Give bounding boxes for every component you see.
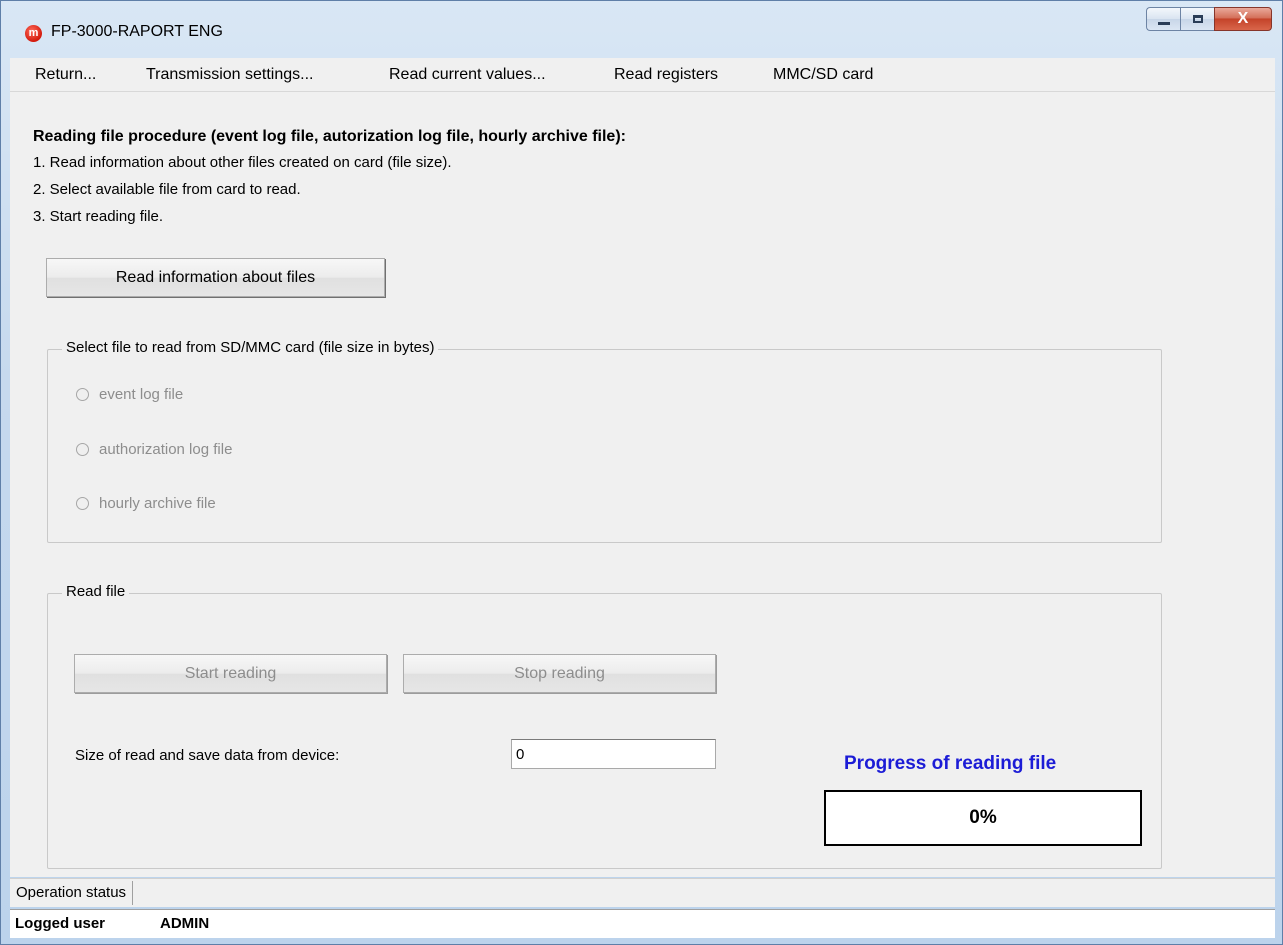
procedure-step-3: 3. Start reading file. <box>33 208 164 225</box>
user-bar: Logged user ADMIN <box>10 909 1275 938</box>
menu-read-current-values[interactable]: Read current values... <box>389 66 546 84</box>
size-label: Size of read and save data from device: <box>75 747 340 764</box>
title-bar[interactable]: m FP-3000-RAPORT ENG X <box>1 1 1282 57</box>
minimize-icon <box>1157 21 1170 25</box>
menu-return[interactable]: Return... <box>35 66 96 84</box>
close-icon: X <box>1237 10 1249 27</box>
radio-icon <box>76 388 89 401</box>
menu-mmc-sd-card[interactable]: MMC/SD card <box>773 66 873 84</box>
close-button[interactable]: X <box>1214 7 1272 31</box>
size-input[interactable] <box>511 739 716 769</box>
read-info-button[interactable]: Read information about files <box>46 258 385 297</box>
radio-hourly-archive[interactable]: hourly archive file <box>76 495 216 512</box>
minimize-button[interactable] <box>1146 7 1180 31</box>
window-controls: X <box>1146 7 1272 33</box>
procedure-step-1: 1. Read information about other files cr… <box>33 154 452 171</box>
read-file-group: Read file Start reading Stop reading Siz… <box>47 583 1162 869</box>
radio-authorization-log[interactable]: authorization log file <box>76 441 232 458</box>
menu-bar: Return... Transmission settings... Read … <box>10 58 1275 92</box>
select-file-group: Select file to read from SD/MMC card (fi… <box>47 339 1162 543</box>
stop-reading-button[interactable]: Stop reading <box>403 654 716 693</box>
radio-icon <box>76 443 89 456</box>
logged-user-value: ADMIN <box>160 915 210 932</box>
client-area: Reading file procedure (event log file, … <box>10 92 1275 877</box>
app-logo-icon[interactable]: m <box>25 25 42 42</box>
radio-label: event log file <box>99 386 184 403</box>
maximize-icon <box>1192 15 1203 23</box>
radio-label: authorization log file <box>99 441 233 458</box>
app-window: m FP-3000-RAPORT ENG X Return... Transmi… <box>0 0 1283 945</box>
select-file-legend: Select file to read from SD/MMC card (fi… <box>62 339 439 356</box>
start-reading-button[interactable]: Start reading <box>74 654 387 693</box>
window-title: FP-3000-RAPORT ENG <box>51 23 223 40</box>
progress-percent: 0% <box>969 807 997 828</box>
progress-title: Progress of reading file <box>844 753 1057 774</box>
read-file-legend: Read file <box>62 583 130 600</box>
menu-read-registers[interactable]: Read registers <box>614 66 718 84</box>
operation-status: Operation status <box>10 881 134 905</box>
status-bar: Operation status <box>10 878 1275 907</box>
radio-label: hourly archive file <box>99 495 216 512</box>
maximize-button[interactable] <box>1180 7 1214 31</box>
radio-event-log[interactable]: event log file <box>76 386 183 403</box>
procedure-step-2: 2. Select available file from card to re… <box>33 181 301 198</box>
menu-transmission-settings[interactable]: Transmission settings... <box>146 66 313 84</box>
progress-display: 0% <box>824 790 1142 846</box>
radio-icon <box>76 497 89 510</box>
logged-user-label: Logged user <box>15 915 106 932</box>
procedure-title: Reading file procedure (event log file, … <box>33 128 626 145</box>
